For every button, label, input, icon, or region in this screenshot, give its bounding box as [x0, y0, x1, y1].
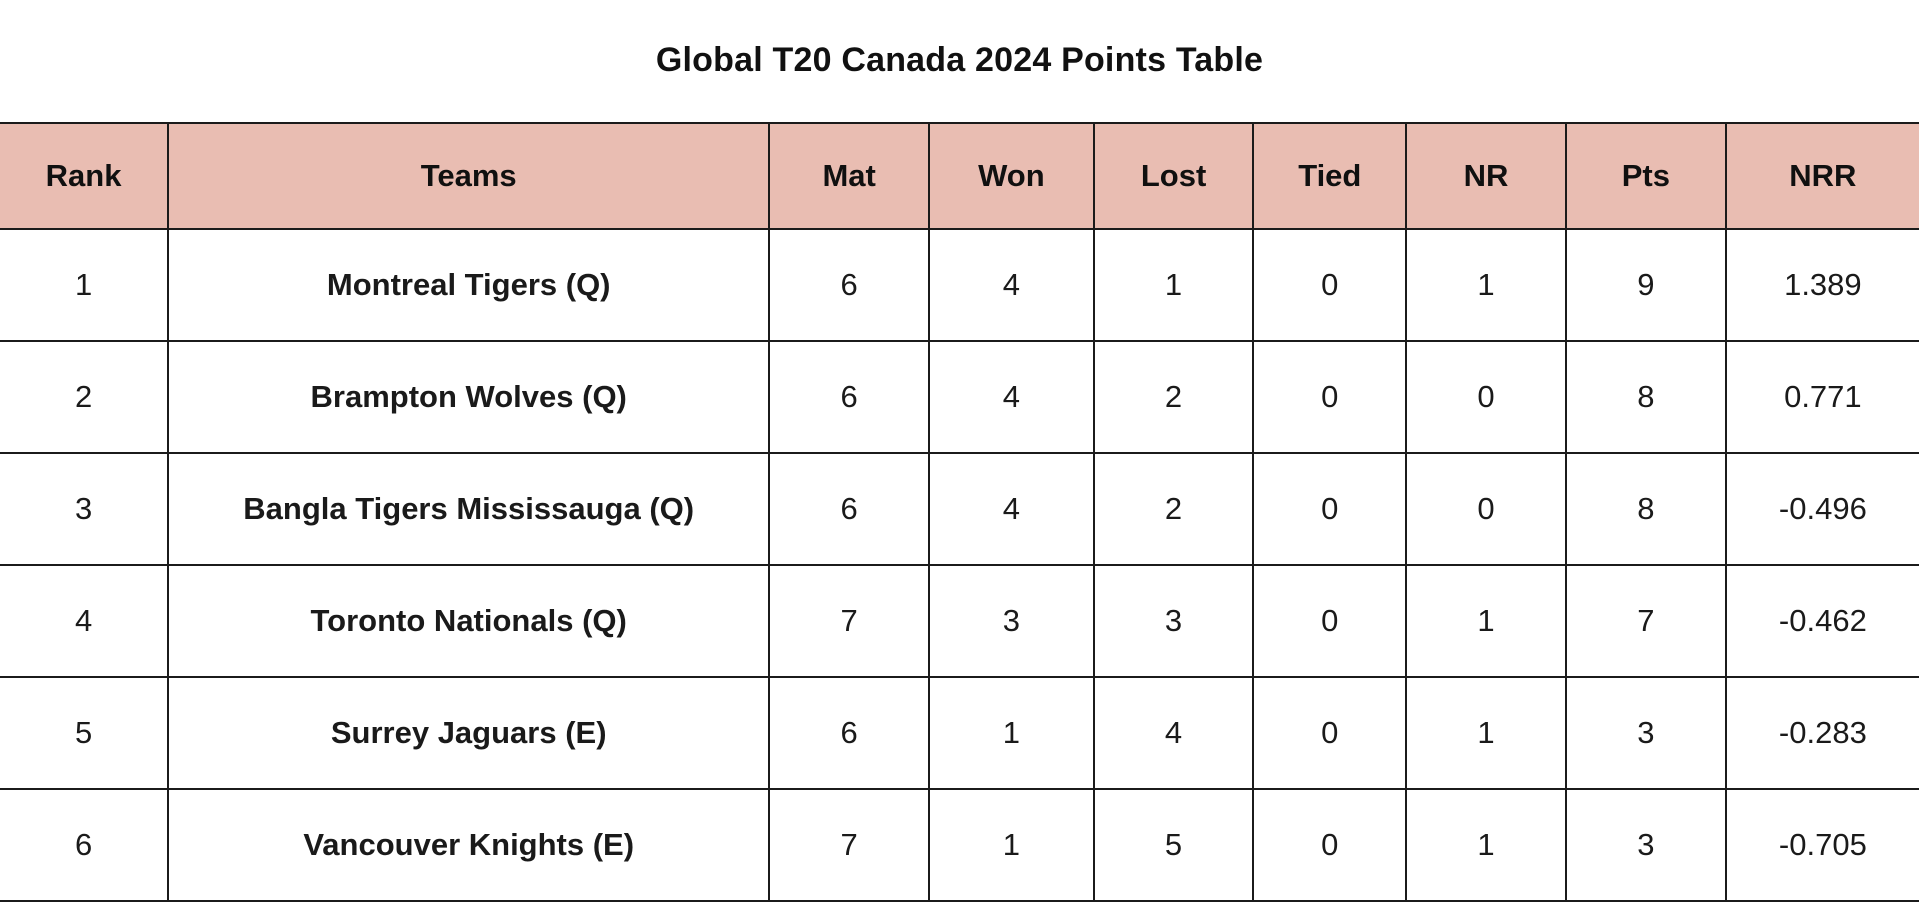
cell-team: Toronto Nationals (Q) — [168, 564, 771, 678]
cell-won: 1 — [929, 676, 1095, 790]
points-table: Rank Teams Mat Won Lost Tied NR Pts NRR … — [0, 122, 1919, 902]
cell-team: Montreal Tigers (Q) — [168, 228, 771, 342]
column-header-lost[interactable]: Lost — [1093, 122, 1255, 230]
table-row[interactable]: 4 Toronto Nationals (Q) 7 3 3 0 1 7 -0.4… — [0, 564, 1919, 678]
column-header-nrr[interactable]: NRR — [1725, 122, 1919, 230]
cell-pts: 9 — [1565, 228, 1727, 342]
cell-nrr: -0.496 — [1725, 452, 1919, 566]
cell-nrr: -0.283 — [1725, 676, 1919, 790]
cell-nr: 0 — [1406, 340, 1567, 454]
cell-nr: 1 — [1406, 564, 1567, 678]
cell-lost: 3 — [1093, 564, 1255, 678]
cell-mat: 6 — [769, 340, 931, 454]
cell-mat: 6 — [769, 228, 931, 342]
table-row[interactable]: 3 Bangla Tigers Mississauga (Q) 6 4 2 0 … — [0, 452, 1919, 566]
cell-team: Surrey Jaguars (E) — [168, 676, 771, 790]
cell-tied: 0 — [1253, 676, 1408, 790]
cell-pts: 3 — [1565, 788, 1727, 902]
cell-won: 4 — [929, 452, 1095, 566]
cell-pts: 3 — [1565, 676, 1727, 790]
cell-won: 3 — [929, 564, 1095, 678]
cell-team: Vancouver Knights (E) — [168, 788, 771, 902]
column-header-teams[interactable]: Teams — [168, 122, 771, 230]
points-table-container: Rank Teams Mat Won Lost Tied NR Pts NRR … — [0, 122, 1919, 902]
cell-rank: 2 — [0, 340, 170, 454]
cell-mat: 7 — [769, 788, 931, 902]
cell-mat: 6 — [769, 452, 931, 566]
table-row[interactable]: 5 Surrey Jaguars (E) 6 1 4 0 1 3 -0.283 — [0, 676, 1919, 790]
cell-rank: 6 — [0, 788, 170, 902]
column-header-won[interactable]: Won — [929, 122, 1095, 230]
cell-tied: 0 — [1253, 788, 1408, 902]
cell-tied: 0 — [1253, 452, 1408, 566]
cell-rank: 4 — [0, 564, 170, 678]
page-title: Global T20 Canada 2024 Points Table — [655, 41, 1264, 79]
cell-pts: 8 — [1565, 452, 1727, 566]
column-header-mat[interactable]: Mat — [769, 122, 931, 230]
table-row[interactable]: 1 Montreal Tigers (Q) 6 4 1 0 1 9 1.389 — [0, 228, 1919, 342]
cell-tied: 0 — [1253, 564, 1408, 678]
table-row[interactable]: 6 Vancouver Knights (E) 7 1 5 0 1 3 -0.7… — [0, 788, 1919, 902]
column-header-rank[interactable]: Rank — [0, 122, 170, 230]
cell-rank: 3 — [0, 452, 170, 566]
cell-nrr: -0.705 — [1725, 788, 1919, 902]
cell-rank: 5 — [0, 676, 170, 790]
cell-nr: 0 — [1406, 452, 1567, 566]
cell-won: 4 — [929, 228, 1095, 342]
column-header-tied[interactable]: Tied — [1253, 122, 1408, 230]
cell-pts: 7 — [1565, 564, 1727, 678]
cell-nrr: -0.462 — [1725, 564, 1919, 678]
cell-rank: 1 — [0, 228, 170, 342]
cell-team: Brampton Wolves (Q) — [168, 340, 771, 454]
cell-nr: 1 — [1406, 228, 1567, 342]
cell-lost: 2 — [1093, 452, 1255, 566]
cell-team: Bangla Tigers Mississauga (Q) — [168, 452, 771, 566]
points-table-page: Global T20 Canada 2024 Points Table Rank… — [0, 0, 1919, 911]
table-header: Rank Teams Mat Won Lost Tied NR Pts NRR — [0, 122, 1919, 230]
cell-lost: 2 — [1093, 340, 1255, 454]
cell-won: 1 — [929, 788, 1095, 902]
cell-lost: 1 — [1093, 228, 1255, 342]
cell-mat: 7 — [769, 564, 931, 678]
table-header-row: Rank Teams Mat Won Lost Tied NR Pts NRR — [0, 122, 1919, 230]
cell-nr: 1 — [1406, 676, 1567, 790]
cell-lost: 5 — [1093, 788, 1255, 902]
cell-tied: 0 — [1253, 228, 1408, 342]
column-header-pts[interactable]: Pts — [1565, 122, 1727, 230]
cell-won: 4 — [929, 340, 1095, 454]
cell-nrr: 0.771 — [1725, 340, 1919, 454]
cell-nrr: 1.389 — [1725, 228, 1919, 342]
cell-mat: 6 — [769, 676, 931, 790]
cell-nr: 1 — [1406, 788, 1567, 902]
table-row[interactable]: 2 Brampton Wolves (Q) 6 4 2 0 0 8 0.771 — [0, 340, 1919, 454]
table-body: 1 Montreal Tigers (Q) 6 4 1 0 1 9 1.389 … — [0, 228, 1919, 902]
cell-pts: 8 — [1565, 340, 1727, 454]
column-header-nr[interactable]: NR — [1406, 122, 1567, 230]
cell-tied: 0 — [1253, 340, 1408, 454]
cell-lost: 4 — [1093, 676, 1255, 790]
